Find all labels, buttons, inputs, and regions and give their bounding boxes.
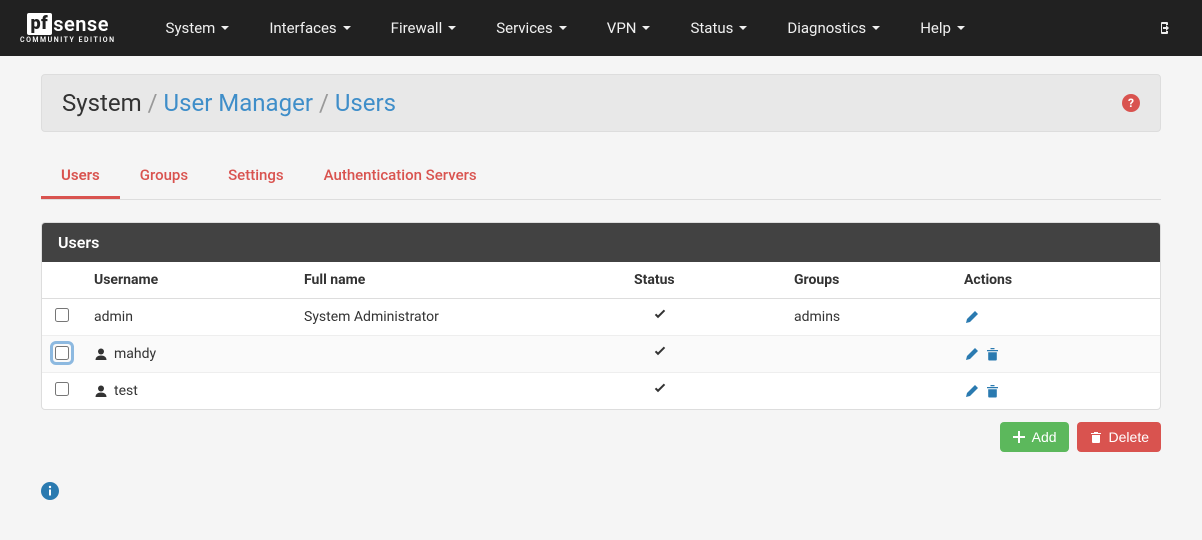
nav-diagnostics[interactable]: Diagnostics: [767, 9, 900, 47]
row-checkbox[interactable]: [55, 382, 69, 396]
chevron-down-icon: [872, 26, 880, 30]
action-buttons: Add Delete: [41, 422, 1161, 452]
fullname-text: [292, 373, 622, 410]
breadcrumb-user-manager[interactable]: User Manager: [164, 89, 313, 117]
edit-button[interactable]: [964, 310, 979, 325]
breadcrumb: System / User Manager / Users ?: [41, 74, 1161, 132]
trash-icon: [1089, 430, 1103, 444]
check-icon: [634, 381, 668, 397]
logout-icon: [1156, 20, 1172, 36]
logo-box: pf: [27, 13, 53, 35]
col-fullname: Full name: [292, 262, 622, 299]
panel-title: Users: [42, 223, 1160, 262]
add-button[interactable]: Add: [1000, 422, 1069, 452]
chevron-down-icon: [957, 26, 965, 30]
nav-services[interactable]: Services: [476, 9, 587, 47]
col-groups: Groups: [782, 262, 952, 299]
tab-groups[interactable]: Groups: [120, 154, 208, 199]
plus-icon: [1012, 430, 1026, 444]
groups-text: admins: [782, 299, 952, 336]
fullname-text: System Administrator: [292, 299, 622, 336]
groups-text: [782, 336, 952, 373]
username-text: mahdy: [114, 346, 156, 362]
logo[interactable]: pfsense COMMUNITY EDITION: [20, 12, 116, 44]
tab-auth-servers[interactable]: Authentication Servers: [304, 154, 497, 199]
chevron-down-icon: [343, 26, 351, 30]
chevron-down-icon: [221, 26, 229, 30]
table-row: admin System Administrator admins: [42, 299, 1160, 336]
nav-status[interactable]: Status: [670, 9, 767, 47]
col-actions: Actions: [952, 262, 1160, 299]
users-panel: Users Username Full name Status Groups A…: [41, 222, 1161, 410]
nav-system[interactable]: System: [146, 9, 250, 47]
logo-text: sense: [53, 12, 109, 36]
chevron-down-icon: [642, 26, 650, 30]
delete-button-label: Delete: [1109, 429, 1149, 445]
col-username: Username: [82, 262, 292, 299]
row-checkbox[interactable]: [55, 346, 69, 360]
status-cell: [622, 373, 782, 410]
add-button-label: Add: [1032, 429, 1057, 445]
tab-users[interactable]: Users: [41, 154, 120, 199]
username-text: test: [114, 383, 138, 399]
status-cell: [622, 336, 782, 373]
user-icon: [94, 347, 108, 361]
nav-links: System Interfaces Firewall Services VPN …: [146, 9, 1146, 47]
chevron-down-icon: [448, 26, 456, 30]
check-icon: [634, 344, 668, 360]
breadcrumb-root: System: [62, 89, 142, 117]
logo-subtitle: COMMUNITY EDITION: [20, 36, 116, 44]
chevron-down-icon: [559, 26, 567, 30]
nav-vpn[interactable]: VPN: [587, 9, 671, 47]
tab-settings[interactable]: Settings: [208, 154, 304, 199]
row-delete-button[interactable]: [985, 384, 1000, 399]
row-checkbox[interactable]: [55, 308, 69, 322]
col-status: Status: [622, 262, 782, 299]
table-row: test: [42, 373, 1160, 410]
groups-text: [782, 373, 952, 410]
delete-button[interactable]: Delete: [1077, 422, 1161, 452]
fullname-text: [292, 336, 622, 373]
edit-button[interactable]: [964, 384, 979, 399]
check-icon: [634, 307, 668, 323]
top-navbar: pfsense COMMUNITY EDITION System Interfa…: [0, 0, 1202, 56]
logout-button[interactable]: [1146, 10, 1182, 46]
chevron-down-icon: [739, 26, 747, 30]
status-cell: [622, 299, 782, 336]
nav-interfaces[interactable]: Interfaces: [249, 9, 370, 47]
users-table: Username Full name Status Groups Actions…: [42, 262, 1160, 409]
help-icon[interactable]: ?: [1122, 94, 1140, 112]
user-icon: [94, 384, 108, 398]
table-row: mahdy: [42, 336, 1160, 373]
row-delete-button[interactable]: [985, 347, 1000, 362]
info-icon[interactable]: [41, 482, 59, 500]
nav-firewall[interactable]: Firewall: [371, 9, 477, 47]
edit-button[interactable]: [964, 347, 979, 362]
tabs: Users Groups Settings Authentication Ser…: [41, 154, 1161, 200]
username-text: admin: [94, 309, 133, 325]
nav-help[interactable]: Help: [900, 9, 985, 47]
breadcrumb-users[interactable]: Users: [335, 89, 396, 117]
